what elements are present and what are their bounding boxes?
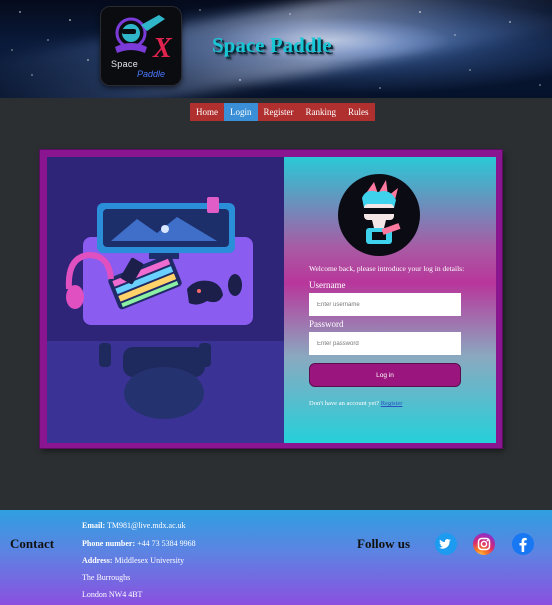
contact-address: Address: Middlesex University (82, 556, 184, 565)
main-nav: Home Login Register Ranking Rules (190, 103, 375, 121)
site-logo[interactable]: Space X Paddle (100, 6, 182, 86)
nav-register[interactable]: Register (257, 103, 300, 121)
logo-text-paddle: Paddle (137, 69, 166, 79)
nav-login[interactable]: Login (224, 103, 258, 121)
nav-rules[interactable]: Rules (342, 103, 375, 121)
phone-label: Phone number: (82, 539, 136, 548)
password-label: Password (309, 319, 344, 329)
gaming-setup-illustration (47, 157, 284, 443)
instagram-icon[interactable] (473, 533, 495, 555)
phone-value: +44 73 5384 9968 (137, 539, 196, 548)
password-input[interactable] (309, 332, 461, 355)
follow-heading: Follow us (357, 536, 411, 551)
signup-prompt: Don't have an account yet? Register (309, 400, 402, 407)
email-value: TM981@live.mdx.ac.uk (106, 521, 186, 530)
username-label: Username (309, 280, 346, 290)
address-label: Address: (82, 556, 113, 565)
address-line-1: Middlesex University (114, 556, 185, 565)
nav-home[interactable]: Home (190, 103, 224, 121)
contact-phone: Phone number: +44 73 5384 9968 (82, 539, 196, 548)
nav-ranking[interactable]: Ranking (299, 103, 342, 121)
email-label: Email: (82, 521, 106, 530)
contact-heading: Contact (10, 536, 55, 551)
register-link[interactable]: Register (381, 400, 403, 407)
contact-email: Email: TM981@live.mdx.ac.uk (82, 521, 186, 530)
twitter-icon[interactable] (435, 533, 457, 555)
gamer-avatar (338, 174, 420, 256)
login-button[interactable]: Log in (309, 363, 461, 387)
address-line-3: London NW4 4BT (82, 590, 143, 599)
facebook-icon[interactable] (512, 533, 534, 555)
signup-prompt-text: Don't have an account yet? (309, 400, 380, 407)
username-input[interactable] (309, 293, 461, 316)
address-line-2: The Burroughs (82, 573, 131, 582)
hero-banner: Space X Paddle Space Paddle (0, 0, 552, 98)
logo-text-space: Space (111, 59, 139, 69)
logo-letter-x: X (153, 33, 172, 64)
welcome-message: Welcome back, please introduce your log … (309, 264, 465, 273)
site-title: Space Paddle (212, 33, 332, 57)
